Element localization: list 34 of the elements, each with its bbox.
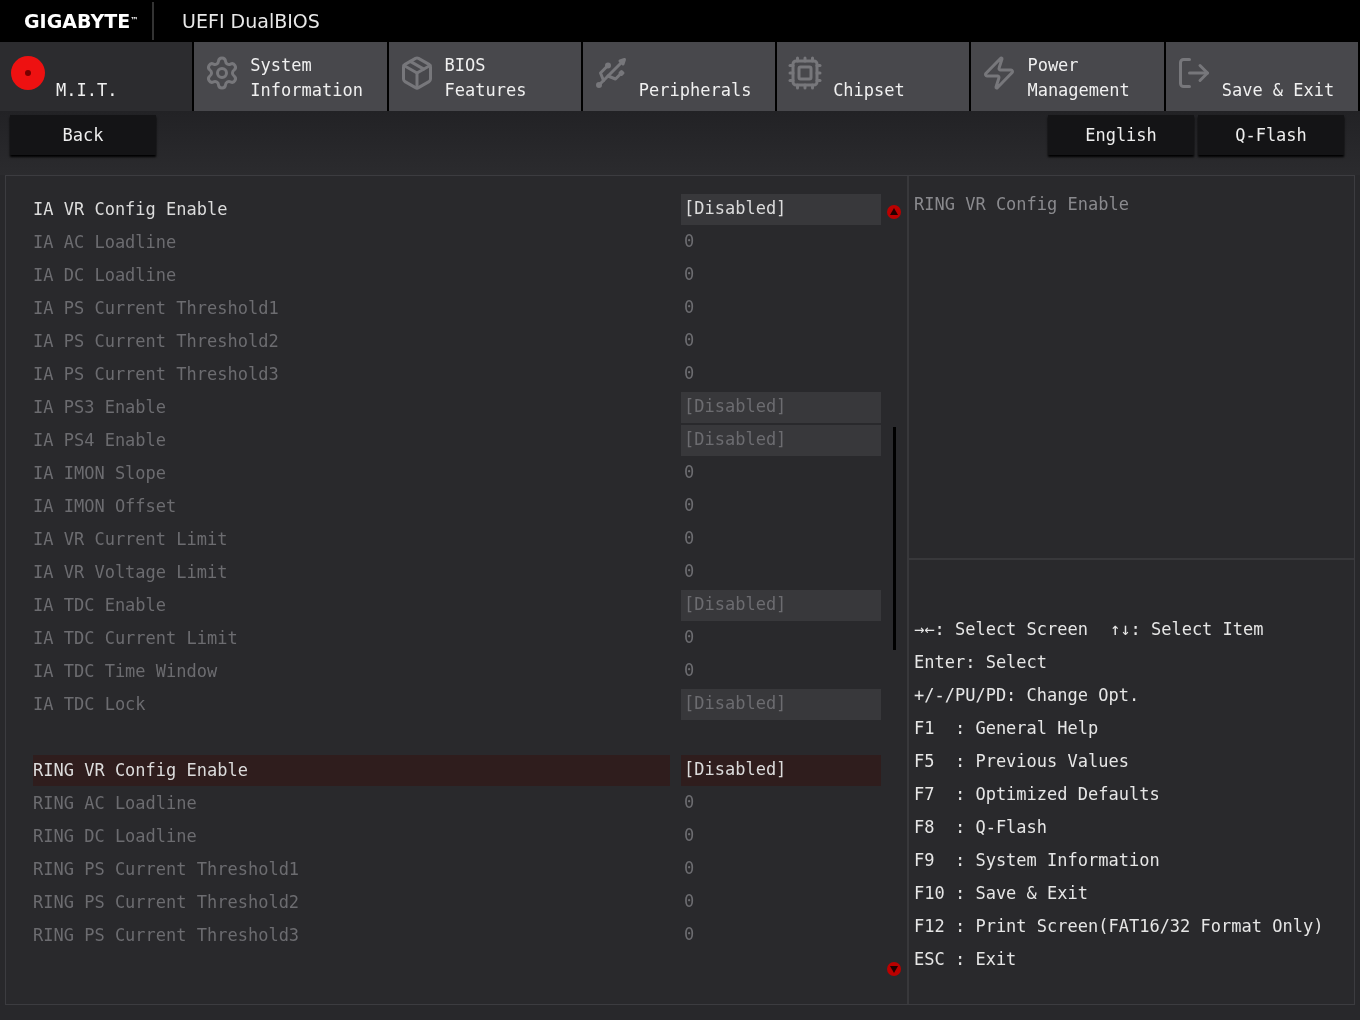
help-text: +/-/PU/PD: Change Opt. — [914, 684, 1140, 705]
help-text: F10 : Save & Exit — [914, 882, 1088, 903]
menu-tab[interactable]: M.I.T. — [0, 42, 193, 111]
header-button[interactable]: English — [1048, 115, 1194, 155]
help-text: F12 : Print Screen(FAT16/32 Format Only) — [914, 915, 1324, 936]
disc-icon — [10, 54, 46, 91]
menu-tab[interactable]: Peripherals — [582, 42, 776, 111]
setting-label[interactable]: RING VR Config Enable — [33, 755, 670, 786]
help-text: F1 : General Help — [914, 717, 1099, 738]
window-title: UEFI DualBIOS — [182, 10, 320, 32]
setting-label[interactable]: IA VR Config Enable — [33, 194, 670, 225]
scroll-down-icon[interactable] — [887, 962, 901, 976]
back-button[interactable]: Back — [10, 115, 156, 155]
help-text: →←: Select Screen — [914, 618, 1088, 639]
option-value[interactable]: [Disabled] — [681, 755, 881, 786]
brand-logo: GIGABYTE™ — [0, 2, 155, 40]
menu-tab[interactable]: BIOS Features — [388, 42, 581, 111]
header-button[interactable]: Q-Flash — [1198, 115, 1344, 155]
option-value[interactable]: [Disabled] — [681, 194, 881, 225]
help-text: ↑↓: Select Item — [1110, 618, 1264, 639]
menu-tab[interactable]: Save & Exit — [1165, 42, 1358, 111]
description-text: RING VR Config Enable — [914, 194, 1129, 214]
menu-tab[interactable]: Chipset — [777, 42, 970, 111]
help-text: F8 : Q-Flash — [914, 816, 1048, 837]
menu-tab[interactable]: Power Management — [971, 42, 1164, 111]
help-text: F5 : Previous Values — [914, 750, 1129, 771]
help-text: F7 : Optimized Defaults — [914, 783, 1160, 804]
scroll-up-icon[interactable] — [887, 205, 901, 219]
help-text: Enter: Select — [914, 651, 1048, 672]
help-text: F9 : System Information — [914, 849, 1160, 870]
menu-tab[interactable]: System Information — [194, 42, 387, 111]
chip-icon — [787, 54, 824, 91]
scrollbar-thumb[interactable] — [892, 427, 896, 650]
help-text: ESC : Exit — [914, 948, 1017, 969]
